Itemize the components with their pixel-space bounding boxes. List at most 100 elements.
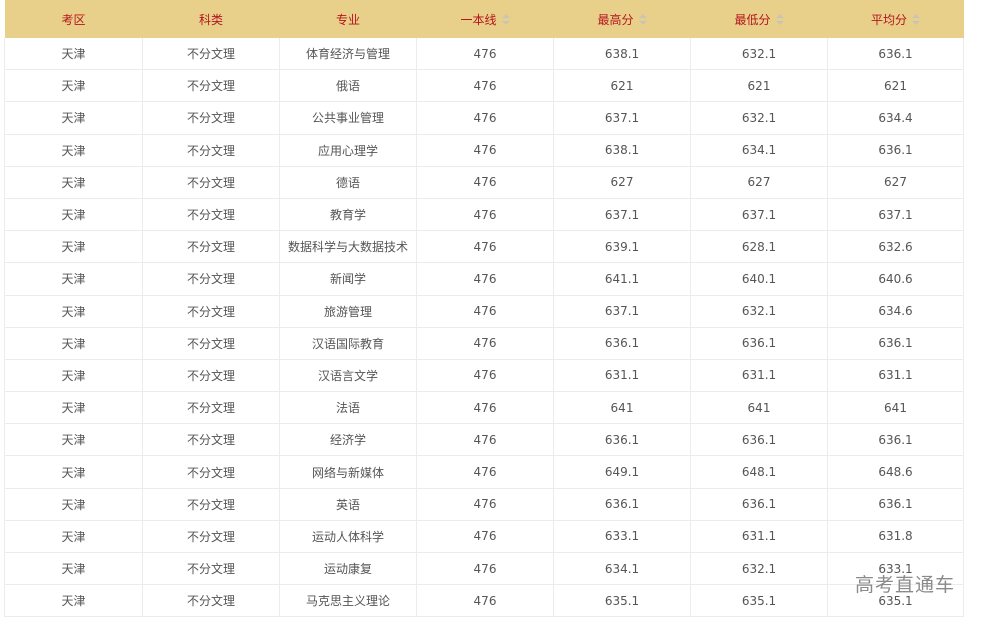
cell-major: 汉语言文学: [279, 359, 417, 393]
watermark-logo-text: 高考直通车: [855, 574, 956, 596]
cell-min-score: 627: [690, 166, 828, 199]
cell-min-score: 632.1: [690, 38, 828, 71]
cell-max-score: 641.1: [553, 262, 691, 296]
cell-region: 天津: [4, 262, 143, 296]
cell-min-score: 632.1: [690, 552, 828, 586]
cell-category: 不分文理: [142, 488, 280, 521]
cell-major: 新闻学: [279, 262, 417, 296]
cell-avg-score: 636.1: [827, 38, 964, 71]
table-row: 天津 不分文理 运动康复 476 634.1 632.1 633.1: [4, 552, 964, 586]
cell-region: 天津: [4, 391, 143, 425]
cell-category: 不分文理: [142, 295, 280, 328]
column-header-tier1-line[interactable]: 一本线: [416, 0, 554, 38]
cell-max-score: 627: [553, 166, 691, 199]
table-row: 天津 不分文理 经济学 476 636.1 636.1 636.1: [4, 423, 964, 457]
cell-tier1-line: 476: [416, 230, 554, 264]
cell-max-score: 637.1: [553, 198, 691, 232]
cell-tier1-line: 476: [416, 327, 554, 360]
sort-ascending-icon[interactable]: [912, 13, 920, 18]
cell-min-score: 640.1: [690, 262, 828, 296]
cell-major: 俄语: [279, 69, 417, 103]
cell-region: 天津: [4, 198, 143, 232]
column-header-label: 一本线: [460, 12, 497, 27]
sort-arrows-icon[interactable]: [638, 13, 647, 26]
cell-avg-score: 636.1: [827, 423, 964, 457]
column-header-label: 专业: [335, 12, 360, 27]
cell-category: 不分文理: [142, 391, 280, 425]
cell-major: 应用心理学: [279, 134, 417, 167]
table-row: 天津 不分文理 英语 476 636.1 636.1 636.1: [4, 488, 964, 521]
cell-tier1-line: 476: [416, 584, 554, 618]
table-row: 天津 不分文理 汉语国际教育 476 636.1 636.1 636.1: [4, 327, 964, 360]
cell-max-score: 635.1: [553, 584, 691, 618]
cell-category: 不分文理: [142, 166, 280, 199]
cell-major: 旅游管理: [279, 295, 417, 328]
cell-min-score: 632.1: [690, 101, 828, 135]
cell-max-score: 636.1: [553, 423, 691, 457]
cell-major: 马克思主义理论: [279, 584, 417, 618]
sort-ascending-icon[interactable]: [638, 13, 647, 18]
table-row: 天津 不分文理 应用心理学 476 638.1 634.1 636.1: [4, 134, 964, 167]
sort-ascending-icon[interactable]: [501, 13, 510, 18]
cell-min-score: 637.1: [690, 198, 828, 232]
sort-descending-icon[interactable]: [912, 20, 920, 25]
cell-region: 天津: [4, 455, 143, 489]
cell-category: 不分文理: [142, 262, 280, 296]
column-header-min-score[interactable]: 最低分: [690, 0, 828, 38]
cell-major: 公共事业管理: [279, 101, 417, 135]
cell-min-score: 636.1: [690, 423, 828, 457]
cell-max-score: 631.1: [553, 359, 691, 393]
cell-major: 经济学: [279, 423, 417, 457]
cell-avg-score: 636.1: [827, 327, 964, 360]
score-table-container: 考区 科类 专业 一本线 最高分 最低分 平均分 天津 不分文理 体育经济与管理 476 638.1…: [4, 0, 964, 618]
cell-max-score: 621: [553, 69, 691, 103]
cell-min-score: 636.1: [690, 488, 828, 521]
cell-max-score: 637.1: [553, 295, 691, 328]
cell-category: 不分文理: [142, 230, 280, 264]
cell-category: 不分文理: [142, 38, 280, 71]
table-row: 天津 不分文理 汉语言文学 476 631.1 631.1 631.1: [4, 359, 964, 393]
table-row: 天津 不分文理 数据科学与大数据技术 476 639.1 628.1 632.6: [4, 230, 964, 264]
column-header-max-score[interactable]: 最高分: [553, 0, 691, 38]
cell-max-score: 636.1: [553, 327, 691, 360]
column-header-major: 专业: [279, 0, 417, 38]
column-header-label: 考区: [61, 12, 86, 27]
sort-ascending-icon[interactable]: [775, 13, 784, 18]
sort-descending-icon[interactable]: [501, 20, 510, 25]
cell-max-score: 641: [553, 391, 691, 425]
sort-arrows-icon[interactable]: [775, 13, 784, 26]
cell-major: 德语: [279, 166, 417, 199]
column-header-label: 最高分: [597, 12, 634, 27]
sort-descending-icon[interactable]: [638, 20, 647, 25]
cell-major: 法语: [279, 391, 417, 425]
cell-category: 不分文理: [142, 134, 280, 167]
table-row: 天津 不分文理 运动人体科学 476 633.1 631.1 631.8: [4, 520, 964, 554]
table-row: 天津 不分文理 新闻学 476 641.1 640.1 640.6: [4, 262, 964, 296]
table-row: 天津 不分文理 网络与新媒体 476 649.1 648.1 648.6: [4, 455, 964, 489]
cell-region: 天津: [4, 552, 143, 586]
cell-region: 天津: [4, 134, 143, 167]
cell-major: 教育学: [279, 198, 417, 232]
sort-arrows-icon[interactable]: [912, 13, 920, 26]
cell-min-score: 628.1: [690, 230, 828, 264]
column-header-avg-score[interactable]: 平均分: [827, 0, 964, 38]
cell-min-score: 648.1: [690, 455, 828, 489]
sort-descending-icon[interactable]: [775, 20, 784, 25]
cell-region: 天津: [4, 359, 143, 393]
cell-tier1-line: 476: [416, 134, 554, 167]
cell-max-score: 649.1: [553, 455, 691, 489]
cell-region: 天津: [4, 488, 143, 521]
cell-region: 天津: [4, 69, 143, 103]
cell-min-score: 641: [690, 391, 828, 425]
cell-avg-score: 640.6: [827, 262, 964, 296]
cell-avg-score: 636.1: [827, 488, 964, 521]
cell-category: 不分文理: [142, 455, 280, 489]
cell-tier1-line: 476: [416, 295, 554, 328]
column-header-category: 科类: [142, 0, 280, 38]
sort-arrows-icon[interactable]: [501, 13, 510, 26]
cell-major: 体育经济与管理: [279, 38, 417, 71]
cell-min-score: 634.1: [690, 134, 828, 167]
cell-region: 天津: [4, 584, 143, 618]
cell-tier1-line: 476: [416, 101, 554, 135]
cell-avg-score: 621: [827, 69, 964, 103]
